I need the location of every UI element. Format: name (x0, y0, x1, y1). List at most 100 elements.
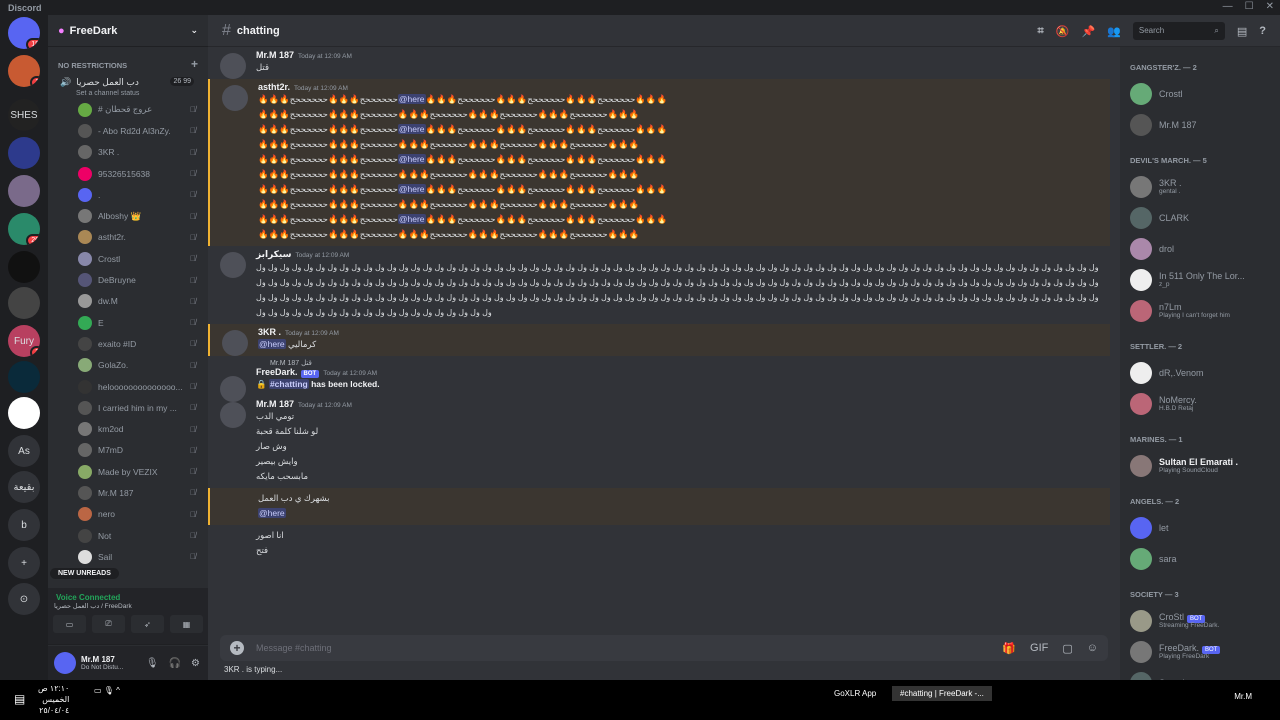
voice-member[interactable]: dw.M 🎙̸ (48, 291, 208, 312)
mention[interactable]: @here (258, 339, 286, 349)
server-icon[interactable]: 18 (8, 17, 40, 49)
voice-member[interactable]: M7mD 🎙̸ (48, 440, 208, 461)
voice-member[interactable]: 3KR . 🎙̸ (48, 142, 208, 163)
voice-member[interactable]: Crostl 🎙̸ (48, 248, 208, 269)
voice-member[interactable]: Not 🎙̸ (48, 525, 208, 546)
voice-member[interactable]: DeBruyne 🎙̸ (48, 269, 208, 290)
voice-channel[interactable]: 🔊 دب العمل حصريا 26 99 (48, 71, 208, 88)
voice-member[interactable]: 95326515638 🎙̸ (48, 163, 208, 184)
reply-preview[interactable]: Mr.M 187 قتل (256, 359, 1100, 367)
voice-member[interactable]: . 🎙̸ (48, 184, 208, 205)
voice-member[interactable]: nero 🎙̸ (48, 504, 208, 525)
server-icon[interactable]: 1 (8, 55, 40, 87)
member-row[interactable]: NoMercy. H.B.D Retaj (1120, 388, 1280, 419)
avatar[interactable] (222, 85, 248, 111)
member-row[interactable]: n7Lm Playing I can't forget him (1120, 295, 1280, 326)
minimize-icon[interactable]: — (1223, 1, 1233, 12)
emoji-icon[interactable]: ☺ (1087, 642, 1098, 655)
mention[interactable]: @here (397, 94, 426, 104)
member-row[interactable]: Sultan El Emarati . Playing SoundCloud (1120, 450, 1280, 481)
channel-category[interactable]: NO RESTRICTIONS + (48, 47, 208, 71)
voice-member[interactable]: heloooooooooooooo... 🎙̸ (48, 376, 208, 397)
sticker-icon[interactable]: ▢ (1062, 642, 1072, 655)
tray-icons[interactable]: ▭ 🎙 ^ (94, 686, 120, 695)
server-icon[interactable]: b (8, 509, 40, 541)
inbox-icon[interactable]: ▤ (1237, 25, 1247, 38)
mention[interactable]: #chatting (268, 379, 309, 389)
add-channel-icon[interactable]: + (191, 57, 198, 71)
clock[interactable]: ١٢:١٠ ص الخميس ٢٥/٠٤/٠٤ (38, 683, 69, 716)
help-icon[interactable]: ? (1259, 25, 1266, 37)
server-icon[interactable] (8, 175, 40, 207)
server-icon[interactable]: 26 (8, 213, 40, 245)
server-icon[interactable]: ⊙ (8, 583, 40, 615)
member-row[interactable]: In 511 Only The Lor... z_p (1120, 264, 1280, 295)
member-row[interactable]: dR,.Venom (1120, 357, 1280, 388)
headphones-icon[interactable]: 🎧 (169, 658, 181, 669)
member-row[interactable]: drol (1120, 233, 1280, 264)
member-row[interactable]: Crostl (1120, 78, 1280, 109)
notifications-icon[interactable]: 🔕 (1056, 25, 1070, 38)
voice-member[interactable]: Alboshy 👑 🎙̸ (48, 205, 208, 226)
avatar[interactable] (220, 402, 246, 428)
threads-icon[interactable]: ⌗ (1038, 25, 1044, 38)
close-icon[interactable]: ✕ (1266, 1, 1274, 12)
message-author[interactable]: Mr.M 187 (256, 399, 294, 409)
voice-member[interactable]: astht2r. 🎙̸ (48, 227, 208, 248)
member-row[interactable]: FreeDark. BOT Playing FreeDark (1120, 636, 1280, 667)
message-author[interactable]: FreeDark. (256, 367, 298, 377)
message-author[interactable]: سيكرابز (256, 249, 291, 259)
message-author[interactable]: Mr.M 187 (256, 50, 294, 60)
message-composer[interactable]: + Message #chatting 🎁 GIF ▢ ☺ (220, 635, 1108, 661)
search-input[interactable]: Search ⌕ (1132, 22, 1225, 40)
avatar[interactable] (54, 652, 76, 674)
voice-member[interactable]: - Abo Rd2d Al3nZy. 🎙̸ (48, 120, 208, 141)
message-author[interactable]: 3KR . (258, 327, 281, 337)
avatar[interactable] (222, 330, 248, 356)
screen-share-button[interactable]: ⎚ (92, 615, 125, 633)
server-icon[interactable] (8, 137, 40, 169)
taskbar-app-goxlr[interactable]: GoXLR App (826, 686, 884, 701)
member-row[interactable]: CroStl BOT Streaming FreeDark. (1120, 605, 1280, 636)
server-icon[interactable] (8, 287, 40, 319)
member-row[interactable]: 3KR . gental . (1120, 171, 1280, 202)
avatar[interactable] (220, 53, 246, 79)
guild-header[interactable]: ● FreeDark ⌄ (48, 15, 208, 47)
voice-member[interactable]: I carried him in my ... 🎙̸ (48, 397, 208, 418)
channel-status[interactable]: Set a channel status (48, 88, 208, 99)
voice-member[interactable]: E 🎙̸ (48, 312, 208, 333)
voice-member[interactable]: Mr.M 187 🎙̸ (48, 482, 208, 503)
pin-icon[interactable]: 📌 (1081, 25, 1095, 38)
add-attachment-icon[interactable]: + (230, 641, 244, 655)
soundboard-button[interactable]: ▦ (170, 615, 203, 633)
avatar[interactable] (220, 252, 246, 278)
server-icon[interactable] (8, 397, 40, 429)
server-icon[interactable] (8, 251, 40, 283)
voice-member[interactable]: exaito #ID 🎙̸ (48, 333, 208, 354)
voice-member[interactable]: Sail 🎙̸ (48, 546, 208, 567)
server-icon[interactable]: + (8, 547, 40, 579)
mention[interactable]: @here (397, 154, 426, 164)
server-icon[interactable]: SHES (8, 99, 40, 131)
voice-member[interactable]: # عروج قحطان 🎙̸ (48, 99, 208, 120)
voice-member[interactable]: km2od 🎙̸ (48, 418, 208, 439)
mention[interactable]: @here (258, 508, 286, 518)
mic-icon[interactable]: 🎙 (146, 658, 159, 669)
member-row[interactable]: let (1120, 512, 1280, 543)
settings-gear-icon[interactable]: ⚙ (191, 658, 200, 669)
gift-icon[interactable]: 🎁 (1002, 642, 1016, 655)
chevron-down-icon[interactable]: ⌄ (190, 25, 198, 36)
taskbar-app-discord[interactable]: #chatting | FreeDark -... (892, 686, 992, 701)
server-icon[interactable]: As (8, 435, 40, 467)
member-row[interactable]: CLARK (1120, 202, 1280, 233)
mention[interactable]: @here (397, 124, 426, 134)
member-list-icon[interactable]: 👥 (1107, 25, 1121, 38)
server-icon[interactable]: Fury 2 (8, 325, 40, 357)
activity-button[interactable]: ➶ (131, 615, 164, 633)
voice-member[interactable]: Made by VEZIX 🎙̸ (48, 461, 208, 482)
taskbar-user[interactable]: Mr.M (1234, 692, 1252, 701)
server-icon[interactable] (8, 361, 40, 393)
gif-icon[interactable]: GIF (1030, 642, 1048, 655)
new-unreads-button[interactable]: NEW UNREADS (50, 568, 119, 579)
mention[interactable]: @here (397, 214, 426, 224)
